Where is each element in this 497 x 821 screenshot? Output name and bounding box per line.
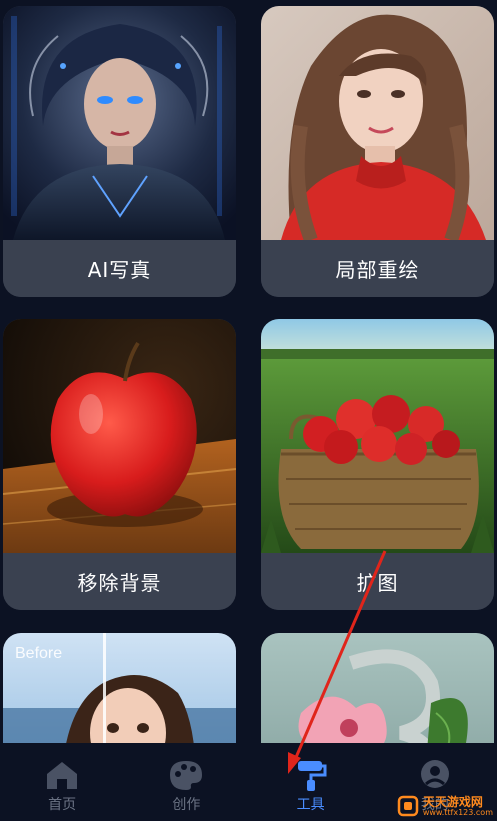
partial-redraw-label: 局部重绘 bbox=[261, 240, 494, 297]
home-icon bbox=[47, 762, 78, 789]
bottom-tab-bar: 首页 创作 工具 我的 bbox=[0, 743, 497, 821]
ai-portrait-image bbox=[3, 6, 236, 240]
tab-create[interactable]: 创作 bbox=[124, 743, 248, 821]
tab-tools-label: 工具 bbox=[296, 797, 325, 813]
tab-profile-label: 我的 bbox=[420, 797, 449, 813]
partial-redraw-card[interactable]: 局部重绘 bbox=[261, 6, 494, 297]
tools-screen: AI写真 局部重绘 移除背景 扩图 Before 首页 创作 工具 我的 天天游… bbox=[0, 0, 497, 821]
tab-create-label: 创作 bbox=[172, 797, 201, 813]
ai-portrait-label: AI写真 bbox=[3, 240, 236, 297]
expand-image-card[interactable]: 扩图 bbox=[261, 319, 494, 610]
remove-background-image bbox=[3, 319, 236, 553]
expand-image-label: 扩图 bbox=[261, 553, 494, 610]
partial-redraw-image bbox=[261, 6, 494, 240]
palette-icon bbox=[170, 761, 203, 790]
profile-icon bbox=[420, 760, 449, 788]
tab-profile[interactable]: 我的 bbox=[373, 743, 497, 821]
tab-home[interactable]: 首页 bbox=[0, 743, 124, 821]
paint-roller-icon bbox=[297, 761, 327, 791]
expand-image-image bbox=[261, 319, 494, 553]
remove-background-card[interactable]: 移除背景 bbox=[3, 319, 236, 610]
tab-tools[interactable]: 工具 bbox=[249, 743, 373, 821]
remove-background-label: 移除背景 bbox=[3, 553, 236, 610]
tab-home-label: 首页 bbox=[48, 797, 77, 813]
ai-portrait-card[interactable]: AI写真 bbox=[3, 6, 236, 297]
before-tag: Before bbox=[15, 645, 63, 662]
